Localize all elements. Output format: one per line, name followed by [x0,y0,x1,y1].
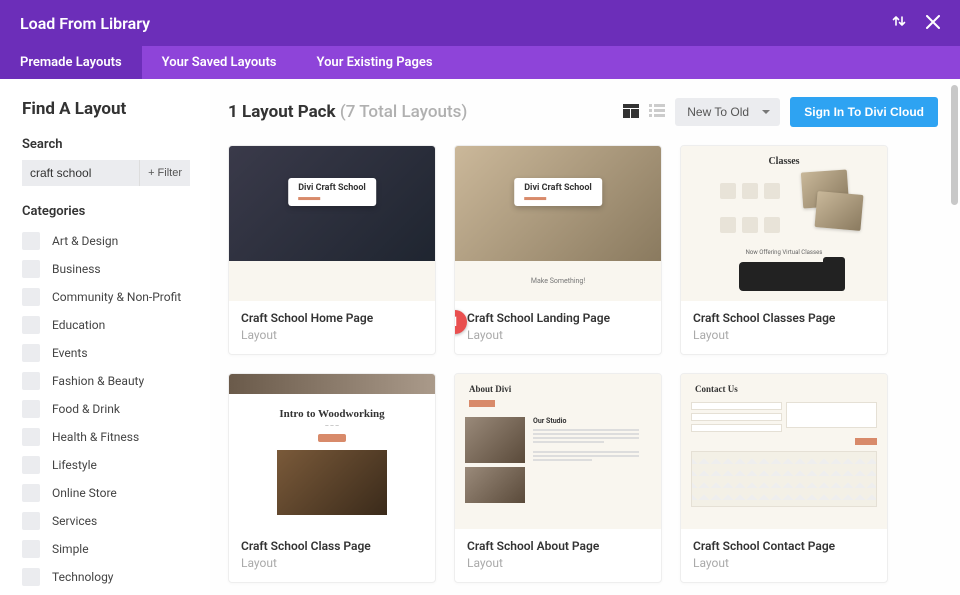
layout-thumbnail: Intro to Woodworking — — — [229,374,435,529]
layout-card[interactable]: 1 Divi Craft School Make Something! Craf… [454,145,662,355]
layout-card[interactable]: Intro to Woodworking — — — Craft School … [228,373,436,583]
layout-subtitle: Layout [241,556,423,570]
layout-subtitle: Layout [693,328,875,342]
layout-thumbnail: Contact Us [681,374,887,529]
layout-title: Craft School Classes Page [693,311,875,325]
layout-card[interactable]: Classes Now Offering Virtual Classes Cra… [680,145,888,355]
tab-existing-pages[interactable]: Your Existing Pages [297,46,453,79]
category-item[interactable]: Events [22,339,190,367]
category-list: Art & Design Business Community & Non-Pr… [22,227,190,591]
layout-subtitle: Layout [467,556,649,570]
category-item[interactable]: Community & Non-Profit [22,283,190,311]
search-label: Search [22,137,190,152]
search-row: + Filter [22,160,190,186]
category-item[interactable]: Education [22,311,190,339]
list-view-icon[interactable] [649,103,665,122]
results-title: 1 Layout Pack (7 Total Layouts) [228,102,467,122]
layout-title: Craft School Contact Page [693,539,875,553]
sidebar-heading: Find A Layout [22,99,190,119]
layout-title: Craft School Landing Page [467,311,649,325]
categories-label: Categories [22,204,190,219]
tab-saved-layouts[interactable]: Your Saved Layouts [142,46,297,79]
category-item[interactable]: Health & Fitness [22,423,190,451]
layout-card[interactable]: Contact Us Craft School Contact Page Lay… [680,373,888,583]
checkbox-icon[interactable] [22,400,40,418]
modal-header: Load From Library [0,0,960,46]
scrollbar-thumb[interactable] [951,85,958,205]
layout-title: Craft School About Page [467,539,649,553]
layout-subtitle: Layout [693,556,875,570]
checkbox-icon[interactable] [22,372,40,390]
checkbox-icon[interactable] [22,428,40,446]
checkbox-icon[interactable] [22,568,40,586]
checkbox-icon[interactable] [22,232,40,250]
category-item[interactable]: Fashion & Beauty [22,367,190,395]
layout-title: Craft School Home Page [241,311,423,325]
category-item[interactable]: Business [22,255,190,283]
checkbox-icon[interactable] [22,484,40,502]
checkbox-icon[interactable] [22,540,40,558]
main-panel: 1 Layout Pack (7 Total Layouts) New To O… [210,79,960,595]
checkbox-icon[interactable] [22,344,40,362]
header-controls [892,13,940,33]
main-header: 1 Layout Pack (7 Total Layouts) New To O… [228,97,938,127]
close-icon[interactable] [926,14,940,33]
sort-select[interactable]: New To Old [675,98,780,126]
layout-card[interactable]: Divi Craft School Craft School Home Page… [228,145,436,355]
category-item[interactable]: Food & Drink [22,395,190,423]
layout-subtitle: Layout [241,328,423,342]
layout-thumbnail: Classes Now Offering Virtual Classes [681,146,887,301]
layout-card[interactable]: About Divi Our Studio Craft [454,373,662,583]
checkbox-icon[interactable] [22,512,40,530]
filter-button[interactable]: + Filter [139,160,190,186]
layout-title: Craft School Class Page [241,539,423,553]
tab-bar: Premade Layouts Your Saved Layouts Your … [0,46,960,79]
modal-title: Load From Library [20,14,150,33]
scrollbar[interactable] [951,85,958,589]
category-item[interactable]: Services [22,507,190,535]
category-item[interactable]: Simple [22,535,190,563]
layout-thumbnail: Divi Craft School [229,146,435,301]
category-item[interactable]: Lifestyle [22,451,190,479]
sidebar: Find A Layout Search + Filter Categories… [0,79,210,595]
thumb-logo: Divi Craft School [514,178,602,206]
tab-premade-layouts[interactable]: Premade Layouts [0,46,142,79]
layout-thumbnail: About Divi Our Studio [455,374,661,529]
checkbox-icon[interactable] [22,316,40,334]
category-item[interactable]: Technology [22,563,190,591]
main-controls: New To Old Sign In To Divi Cloud [623,97,938,127]
layout-grid: Divi Craft School Craft School Home Page… [228,145,938,583]
category-item[interactable]: Art & Design [22,227,190,255]
checkbox-icon[interactable] [22,456,40,474]
layout-subtitle: Layout [467,328,649,342]
layout-thumbnail: Divi Craft School Make Something! [455,146,661,301]
search-input[interactable] [22,160,139,186]
checkbox-icon[interactable] [22,260,40,278]
portability-icon[interactable] [892,13,906,33]
signin-button[interactable]: Sign In To Divi Cloud [790,97,938,127]
category-item[interactable]: Online Store [22,479,190,507]
grid-view-icon[interactable] [623,103,639,122]
thumb-logo: Divi Craft School [288,178,376,206]
checkbox-icon[interactable] [22,288,40,306]
